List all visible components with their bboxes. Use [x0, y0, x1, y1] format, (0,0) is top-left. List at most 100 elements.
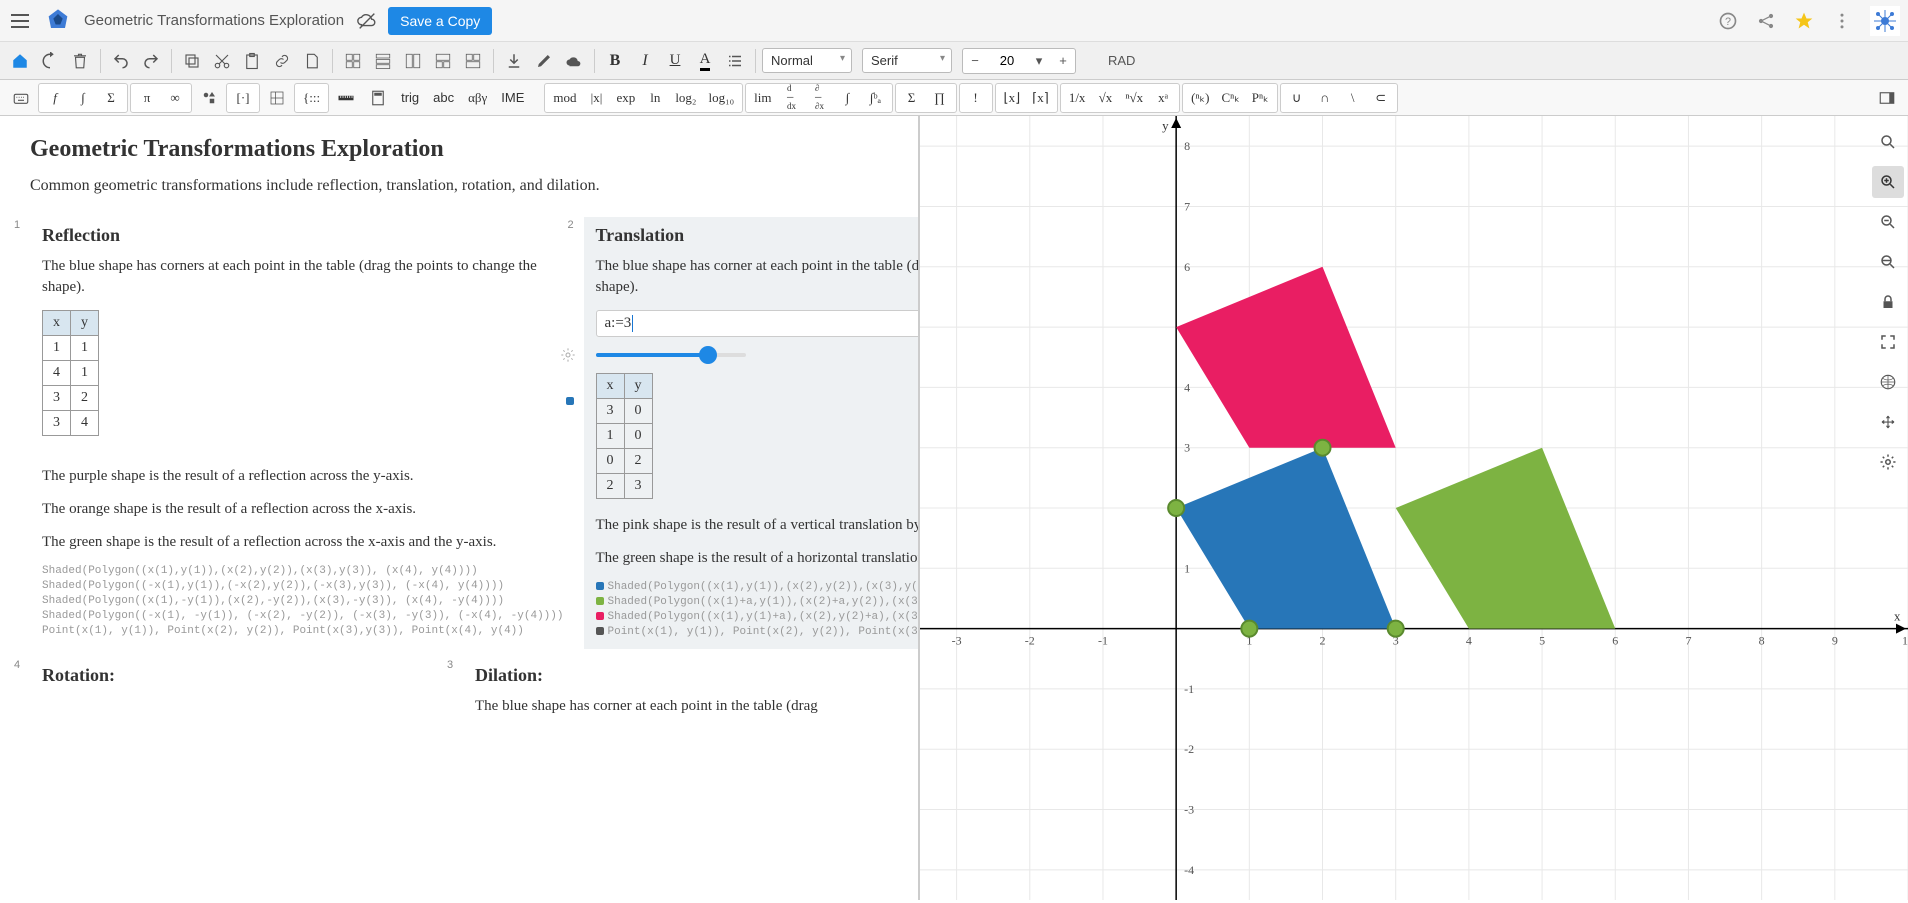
draggable-point[interactable]: [1388, 621, 1404, 637]
code-line[interactable]: Point(x(1), y(1)), Point(x(2), y(2)), Po…: [596, 626, 921, 638]
code-line[interactable]: Shaded(Polygon((x(1),-y(1)),(x(2),-y(2))…: [42, 595, 564, 607]
increase-font-button[interactable]: +: [1051, 49, 1075, 73]
math-sigma[interactable]: Σ: [97, 84, 125, 112]
font-color-button[interactable]: A: [691, 47, 719, 75]
math-inf[interactable]: ∞: [161, 84, 189, 112]
math-ddx[interactable]: d─dx: [778, 84, 806, 112]
math-exp[interactable]: exp: [611, 84, 642, 112]
math-ceil[interactable]: ⌈x⌉: [1026, 84, 1055, 112]
code-line[interactable]: Shaded(Polygon((-x(1), -y(1)), (-x(2), -…: [42, 610, 564, 622]
cut-icon[interactable]: [208, 47, 236, 75]
math-abs[interactable]: |x|: [583, 84, 611, 112]
slider-value-input[interactable]: a:=3: [596, 310, 921, 337]
math-partial[interactable]: ∂─∂x: [806, 84, 834, 112]
math-fact[interactable]: !: [962, 84, 990, 112]
font-style-select[interactable]: Normal: [762, 48, 852, 73]
zoom-in-icon[interactable]: [1872, 166, 1904, 198]
zoom-x-icon[interactable]: [1872, 246, 1904, 278]
decrease-font-button[interactable]: −: [963, 49, 987, 73]
math-pnk[interactable]: Pⁿₖ: [1246, 84, 1275, 112]
document-title[interactable]: Geometric Transformations Exploration: [84, 12, 344, 29]
math-trig[interactable]: trig: [395, 84, 425, 112]
grid-icon[interactable]: [1872, 366, 1904, 398]
edit-icon[interactable]: [530, 47, 558, 75]
list-icon[interactable]: [721, 47, 749, 75]
zoom-fit-icon[interactable]: [1872, 126, 1904, 158]
math-intab[interactable]: ∫ᵇₐ: [862, 84, 890, 112]
reflection-table[interactable]: xy 11 41 32 34: [42, 310, 99, 436]
redo-icon[interactable]: [137, 47, 165, 75]
help-icon[interactable]: ?: [1718, 11, 1738, 31]
font-size-dropdown[interactable]: ▾: [1027, 49, 1051, 73]
draggable-point[interactable]: [1168, 500, 1184, 516]
keyboard-icon[interactable]: [6, 84, 36, 112]
math-prod[interactable]: ∏: [926, 84, 954, 112]
font-family-select[interactable]: Serif: [862, 48, 952, 73]
math-f[interactable]: f: [41, 84, 69, 112]
math-pow[interactable]: xᵃ: [1149, 84, 1177, 112]
math-mod[interactable]: mod: [547, 84, 582, 112]
cell-rotation[interactable]: 4 Rotation:: [30, 657, 455, 737]
settings-icon[interactable]: [1872, 446, 1904, 478]
math-inter[interactable]: ∩: [1311, 84, 1339, 112]
cell-translation[interactable]: 2 Translation The blue shape has corner …: [584, 217, 921, 649]
math-cnk[interactable]: Cⁿₖ: [1215, 84, 1245, 112]
math-log2[interactable]: log₂: [669, 84, 702, 112]
layout4-icon[interactable]: [429, 47, 457, 75]
layout5-icon[interactable]: [459, 47, 487, 75]
translation-table[interactable]: xy 30 10 02 23: [596, 373, 653, 499]
user-avatar[interactable]: [1870, 6, 1900, 36]
font-size-input[interactable]: [987, 53, 1027, 68]
cloud-upload-icon[interactable]: [560, 47, 588, 75]
math-bracket[interactable]: [·]: [229, 84, 257, 112]
trash-icon[interactable]: [66, 47, 94, 75]
cell-reflection[interactable]: 1 Reflection The blue shape has corners …: [30, 217, 576, 649]
math-lim[interactable]: lim: [748, 84, 777, 112]
angle-mode-button[interactable]: RAD: [1098, 49, 1145, 72]
star-icon[interactable]: [1794, 11, 1814, 31]
copy-icon[interactable]: [178, 47, 206, 75]
draggable-point[interactable]: [1241, 621, 1257, 637]
undo-icon[interactable]: [107, 47, 135, 75]
math-calc[interactable]: [363, 84, 393, 112]
math-sqrt[interactable]: √x: [1091, 84, 1119, 112]
math-binom[interactable]: (ⁿₖ): [1185, 84, 1215, 112]
math-greek[interactable]: αβγ: [462, 84, 493, 112]
italic-button[interactable]: I: [631, 47, 659, 75]
draggable-point[interactable]: [1315, 440, 1331, 456]
math-ruler[interactable]: [331, 84, 361, 112]
save-copy-button[interactable]: Save a Copy: [388, 7, 492, 35]
more-icon[interactable]: [1832, 11, 1852, 31]
plot-indicator[interactable]: [566, 397, 574, 405]
refresh-icon[interactable]: [36, 47, 64, 75]
fullscreen-icon[interactable]: [1872, 326, 1904, 358]
download-icon[interactable]: [500, 47, 528, 75]
axes-icon[interactable]: [1872, 406, 1904, 438]
slider-a[interactable]: [596, 345, 746, 365]
zoom-out-icon[interactable]: [1872, 206, 1904, 238]
font-size-stepper[interactable]: − ▾ +: [962, 48, 1076, 74]
math-ime[interactable]: IME: [495, 84, 530, 112]
math-log10[interactable]: log₁₀: [702, 84, 740, 112]
math-shapes[interactable]: [194, 84, 224, 112]
code-line[interactable]: Shaded(Polygon((x(1),y(1)+a),(x(2),y(2)+…: [596, 611, 921, 623]
link-icon[interactable]: [268, 47, 296, 75]
bold-button[interactable]: B: [601, 47, 629, 75]
math-setminus[interactable]: \: [1339, 84, 1367, 112]
slider-thumb[interactable]: [699, 346, 717, 364]
paste-icon[interactable]: [238, 47, 266, 75]
code-line[interactable]: Shaded(Polygon((x(1),y(1)),(x(2),y(2)),(…: [42, 565, 564, 577]
menu-icon[interactable]: [8, 9, 32, 33]
file-icon[interactable]: [298, 47, 326, 75]
math-nroot[interactable]: ⁿ√x: [1119, 84, 1149, 112]
layout2-icon[interactable]: [369, 47, 397, 75]
underline-button[interactable]: U: [661, 47, 689, 75]
code-line[interactable]: Point(x(1), y(1)), Point(x(2), y(2)), Po…: [42, 625, 564, 637]
layout1-icon[interactable]: [339, 47, 367, 75]
cloud-icon[interactable]: [356, 10, 378, 32]
math-pi[interactable]: π: [133, 84, 161, 112]
cell-dilation[interactable]: 3 Dilation: The blue shape has corner at…: [463, 657, 888, 737]
math-matrix[interactable]: [262, 84, 292, 112]
gear-icon[interactable]: [560, 347, 576, 363]
lock-icon[interactable]: [1872, 286, 1904, 318]
